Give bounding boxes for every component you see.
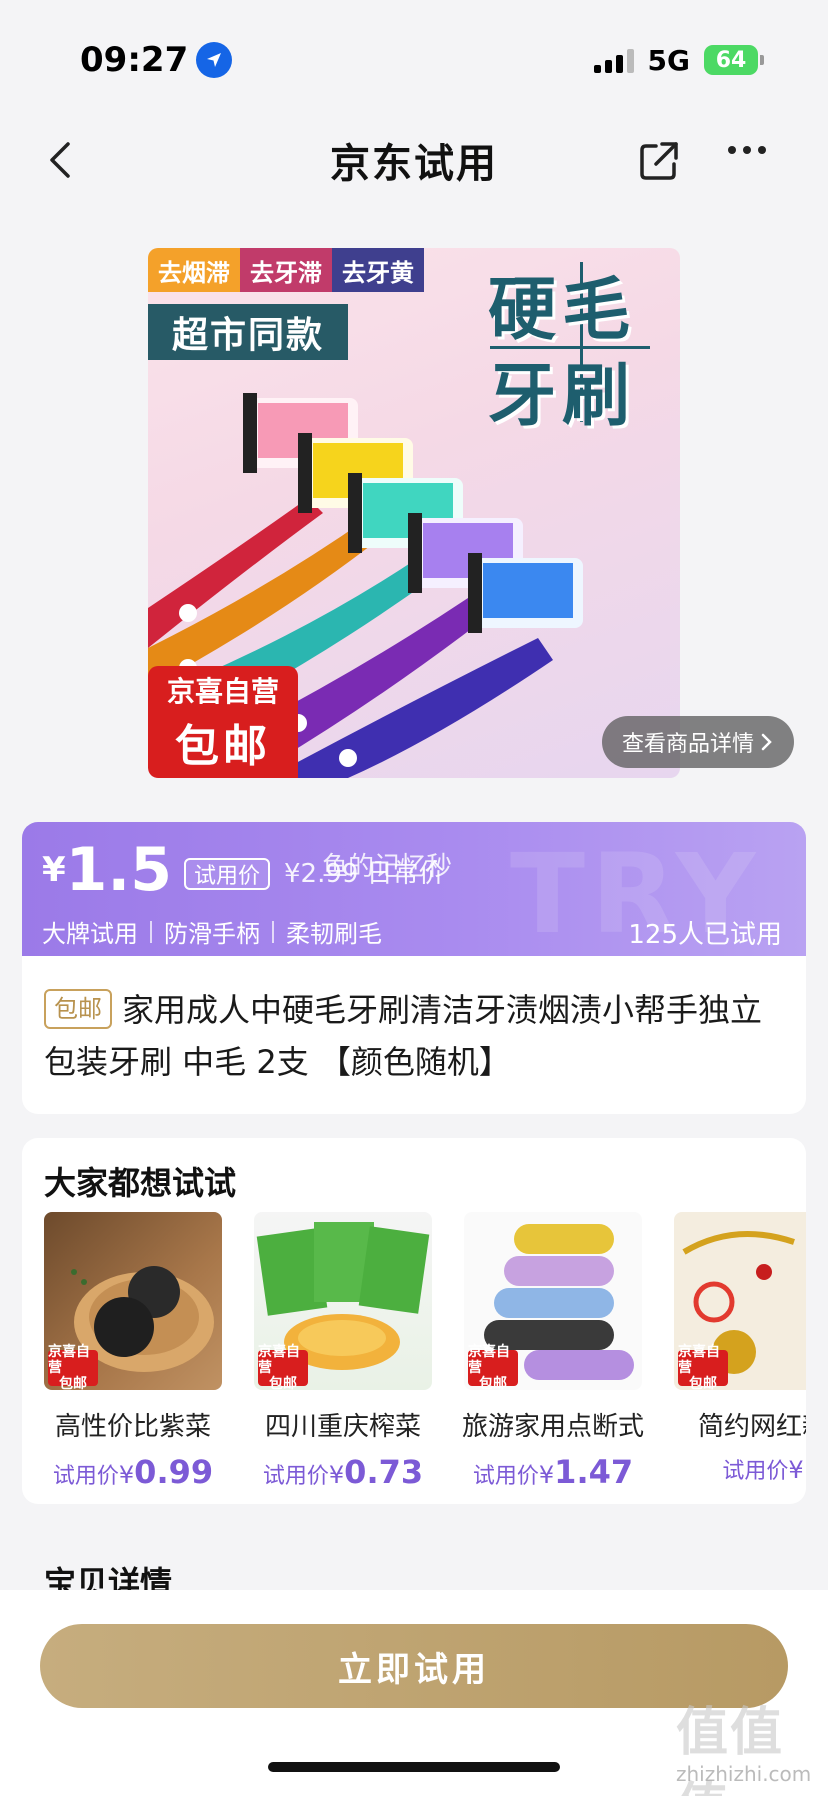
battery-icon: 64 bbox=[704, 45, 764, 75]
trial-price: 1.5 bbox=[65, 835, 172, 905]
jd-badge-small: 京喜自营 包邮 bbox=[48, 1344, 98, 1390]
recommend-item-price: 试用价 ¥1.47 bbox=[472, 1453, 634, 1491]
badge-line-1: 京喜自营 bbox=[166, 675, 279, 708]
image-tag: 去牙黄 bbox=[332, 248, 424, 292]
jd-badge-small: 京喜自营 包邮 bbox=[258, 1344, 308, 1390]
big-title-line-1: 硬毛 bbox=[488, 271, 637, 350]
status-time: 09:27 bbox=[80, 40, 233, 80]
user-watermark: 鱼的记忆秒 bbox=[322, 852, 453, 882]
image-tags: 去烟滞 去牙滞 去牙黄 bbox=[148, 248, 424, 292]
product-image[interactable]: 去烟滞 去牙滞 去牙黄 超市同款 硬毛 牙刷 京喜自营 包邮 bbox=[148, 248, 680, 778]
home-indicator[interactable] bbox=[268, 1762, 560, 1772]
image-tag: 去烟滞 bbox=[148, 248, 240, 292]
chevron-right-icon bbox=[761, 733, 772, 751]
recommend-item[interactable]: 京喜自营包邮 简约网红新 试用价¥ bbox=[674, 1212, 806, 1491]
product-title-text: 家用成人中硬毛牙刷清洁牙渍烟渍小帮手独立包装牙刷 中毛 2支 【颜色随机】 bbox=[44, 991, 763, 1081]
recommend-item[interactable]: 京喜自营 包邮 四川重庆榨菜 试用价 ¥0.73 bbox=[254, 1212, 432, 1491]
view-details-button[interactable]: 查看商品详情 bbox=[602, 716, 794, 768]
view-details-label: 查看商品详情 bbox=[621, 732, 754, 757]
recommend-list: 京喜自营 包邮 高性价比紫菜 试用价 ¥0.99 京喜自营 包邮 四川重庆榨菜 试用 bbox=[44, 1212, 806, 1491]
status-indicators: 5G 64 bbox=[593, 43, 764, 77]
site-watermark-url: zhizhizhi.com bbox=[676, 1762, 812, 1786]
recommend-item-price: 试用价 ¥0.99 bbox=[52, 1453, 214, 1491]
signal-icon bbox=[593, 47, 634, 73]
recommend-item-name: 四川重庆榨菜 bbox=[264, 1412, 421, 1442]
product-thumbnail: 京喜自营 包邮 bbox=[254, 1212, 432, 1390]
recommend-title: 大家都想试试 bbox=[44, 1164, 237, 1202]
battery-level: 64 bbox=[715, 47, 747, 73]
time-text: 09:27 bbox=[80, 40, 189, 80]
product-title-card: 包邮 家用成人中硬毛牙刷清洁牙渍烟渍小帮手独立包装牙刷 中毛 2支 【颜色随机】 bbox=[22, 956, 806, 1114]
status-bar: 09:27 5G 64 bbox=[0, 0, 828, 120]
recommend-item-name: 简约网红新 bbox=[697, 1412, 806, 1442]
location-arrow-icon bbox=[196, 42, 233, 78]
recommend-item-name: 旅游家用点断式 bbox=[461, 1412, 644, 1442]
price-currency: ¥ bbox=[42, 850, 66, 890]
product-thumbnail: 京喜自营 包邮 bbox=[464, 1212, 642, 1390]
badge-line-2: 包邮 bbox=[175, 721, 271, 772]
recommend-item-price: 试用价 ¥0.73 bbox=[262, 1453, 424, 1491]
image-tag: 去牙滞 bbox=[240, 248, 332, 292]
network-type: 5G bbox=[647, 43, 690, 77]
product-thumbnail: 京喜自营 包邮 bbox=[674, 1212, 806, 1390]
jd-badge-small: 京喜自营 包邮 bbox=[468, 1344, 518, 1390]
feature-list: 大牌试用 防滑手柄 柔韧刷毛 bbox=[42, 914, 382, 949]
recommend-item[interactable]: 京喜自营 包邮 旅游家用点断式 试用价 ¥1.47 bbox=[462, 1212, 644, 1491]
bottom-action-bar: 立即试用 值值值 zhizhizhi.com bbox=[0, 1590, 828, 1796]
feature-item: 大牌试用 bbox=[42, 920, 138, 948]
trial-count: 125人已试用 bbox=[628, 920, 782, 950]
back-icon[interactable] bbox=[40, 138, 84, 182]
page-title: 京东试用 bbox=[330, 141, 498, 187]
trial-price-label: 试用价 bbox=[183, 858, 270, 890]
feature-item: 柔韧刷毛 bbox=[286, 920, 382, 948]
product-title: 包邮 家用成人中硬毛牙刷清洁牙渍烟渍小帮手独立包装牙刷 中毛 2支 【颜色随机】 bbox=[44, 984, 784, 1088]
recommend-item[interactable]: 京喜自营 包邮 高性价比紫菜 试用价 ¥0.99 bbox=[44, 1212, 222, 1491]
share-icon[interactable] bbox=[636, 136, 684, 184]
nav-bar: 京东试用 bbox=[0, 120, 828, 200]
jd-badge-small: 京喜自营 包邮 bbox=[678, 1344, 728, 1390]
recommend-item-name: 高性价比紫菜 bbox=[54, 1412, 211, 1442]
recommend-item-price: 试用价 ¥ bbox=[722, 1456, 804, 1484]
jd-self-operated-badge: 京喜自营 包邮 bbox=[148, 666, 298, 778]
product-thumbnail: 京喜自营 包邮 bbox=[44, 1212, 222, 1390]
price-banner: TRY ¥ 1.5 试用价 ¥2.99 日常价 鱼的记忆秒 大牌试用 防滑手柄 … bbox=[22, 822, 806, 956]
free-shipping-tag: 包邮 bbox=[44, 989, 112, 1029]
recommend-section: 大家都想试试 京喜自营 包邮 高性价比紫菜 试用价 ¥0.99 京喜自营 包邮 … bbox=[22, 1138, 806, 1504]
more-icon[interactable] bbox=[728, 146, 766, 154]
feature-item: 防滑手柄 bbox=[164, 920, 260, 948]
